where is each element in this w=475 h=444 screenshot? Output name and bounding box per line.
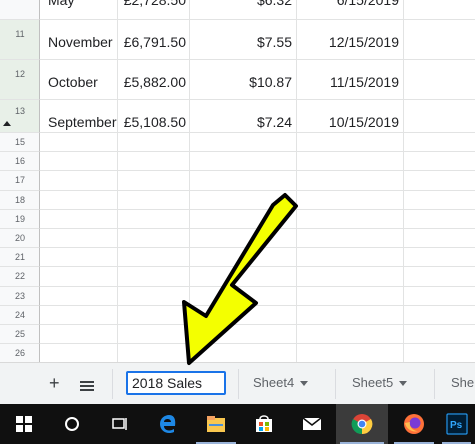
photoshop-icon[interactable]: Ps	[438, 404, 475, 444]
windows-start-icon[interactable]	[0, 404, 48, 444]
yellow-arrow-icon	[182, 193, 298, 365]
firefox-icon[interactable]	[390, 404, 438, 444]
annotation-arrow	[182, 193, 298, 365]
chrome-icon[interactable]	[336, 404, 388, 444]
edge-icon[interactable]	[144, 404, 192, 444]
task-view-icon[interactable]	[96, 404, 144, 444]
cortana-icon[interactable]	[48, 404, 96, 444]
mail-icon[interactable]	[288, 404, 336, 444]
windows-taskbar: Ps	[0, 404, 475, 444]
store-icon[interactable]	[240, 404, 288, 444]
photoshop-label: Ps	[450, 420, 463, 431]
file-explorer-icon[interactable]	[192, 404, 240, 444]
